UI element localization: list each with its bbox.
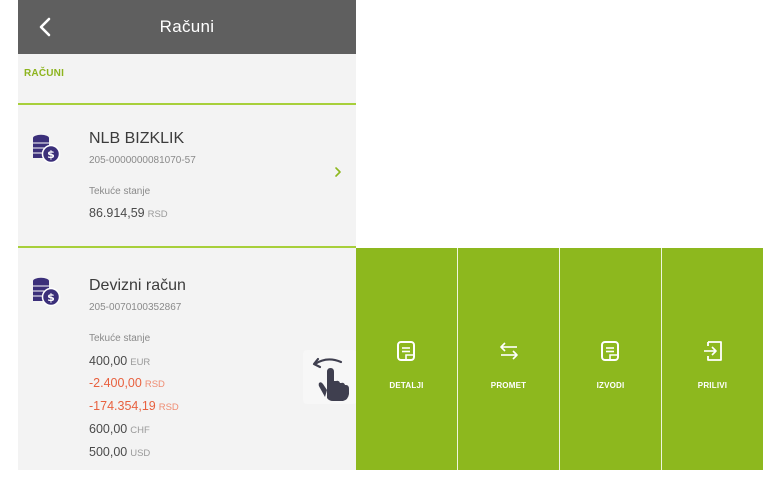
action-label: IZVODI: [596, 381, 625, 390]
action-label: PRILIVI: [697, 381, 728, 390]
balance-amount: 400,00 EUR: [89, 354, 150, 368]
svg-text:$: $: [47, 291, 55, 304]
coins-icon: $: [33, 277, 61, 307]
section-label: RAČUNI: [24, 68, 65, 79]
balance-label: Tekuće stanje: [89, 333, 151, 344]
balance-amount: 600,00 CHF: [89, 422, 150, 436]
balance-amount-negative: -2.400,00 RSD: [89, 376, 165, 390]
amount-value: -174.354,19: [89, 399, 156, 413]
app-header: Računi: [18, 0, 356, 54]
chevron-right-icon[interactable]: [333, 166, 343, 178]
account-card-bizklik[interactable]: $ NLB BIZKLIK 205-0000000081070-57 Tekuć…: [18, 105, 356, 246]
amount-value: 86.914,59: [89, 206, 145, 220]
action-izvodi-button[interactable]: IZVODI: [560, 248, 662, 470]
action-label: DETALJI: [389, 381, 424, 390]
mobile-screen: Računi RAČUNI $ NLB BIZKLIK 205-00000000…: [18, 0, 357, 470]
page-title: Računi: [159, 17, 215, 36]
account-number: 205-0000000081070-57: [89, 155, 196, 166]
document-icon: [396, 341, 415, 361]
currency-code: RSD: [144, 379, 165, 390]
account-name: Devizni račun: [89, 277, 186, 294]
currency-code: EUR: [130, 357, 151, 368]
amount-value: -2.400,00: [89, 376, 142, 390]
balance-amount: 86.914,59 RSD: [89, 206, 168, 220]
balance-label: Tekuće stanje: [89, 186, 151, 197]
swipe-actions-panel: DETALJI PROMET IZVODI PRILIVI: [356, 248, 763, 470]
account-number: 205-0070100352867: [89, 302, 182, 313]
currency-code: USD: [130, 448, 151, 459]
action-detalji-button[interactable]: DETALJI: [356, 248, 458, 470]
action-promet-button[interactable]: PROMET: [458, 248, 560, 470]
swipe-gesture-hint: [303, 350, 357, 404]
balance-amount-negative: -174.354,19 RSD: [89, 399, 179, 413]
currency-code: CHF: [130, 425, 150, 436]
amount-value: 500,00: [89, 445, 128, 459]
amount-value: 600,00: [89, 422, 128, 436]
action-label: PROMET: [490, 381, 527, 390]
amount-value: 400,00: [89, 354, 128, 368]
incoming-icon: [703, 341, 722, 361]
swipe-hand-icon: [312, 357, 349, 401]
action-prilivi-button[interactable]: PRILIVI: [662, 248, 763, 470]
currency-code: RSD: [147, 209, 168, 220]
svg-text:$: $: [47, 148, 55, 161]
statement-icon: [600, 341, 619, 361]
balance-amount: 500,00 USD: [89, 445, 150, 459]
currency-code: RSD: [158, 402, 179, 413]
account-name: NLB BIZKLIK: [89, 130, 185, 147]
coins-icon: $: [33, 134, 61, 164]
transfer-arrows-icon: [499, 342, 518, 360]
